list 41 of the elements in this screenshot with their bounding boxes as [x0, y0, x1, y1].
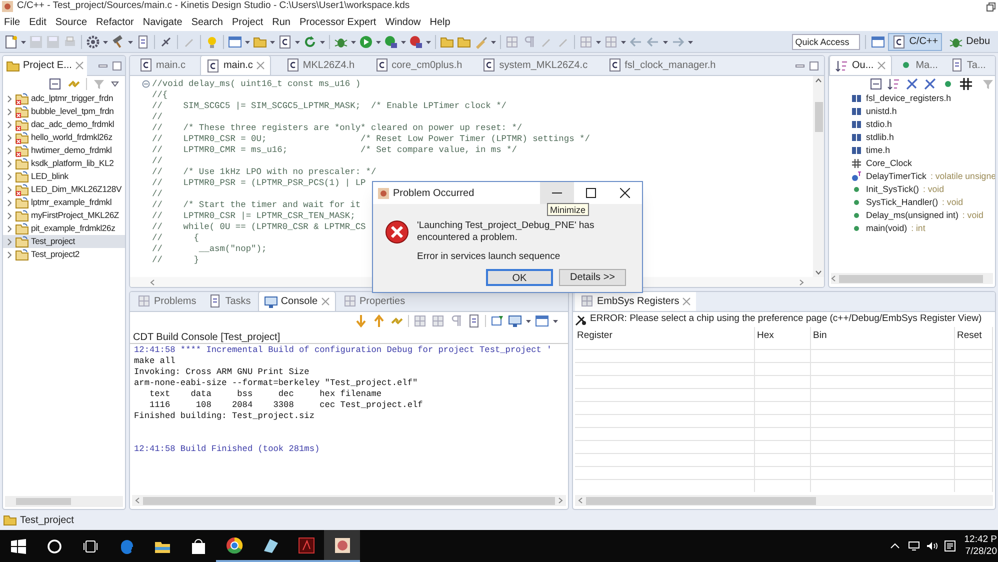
column-header: Bin: [811, 327, 955, 349]
code-line: // LPTMR0_CMR = ms_u16; /* Set compare value, in ms */: [152, 145, 517, 156]
code-line: // LPTMR0_CSR |= LPTMR_CSR_TEN_MASK;: [152, 211, 356, 222]
code-line: // {: [152, 233, 199, 244]
window-title: C/C++ - Test_project/Sources/main.c - Kinetis Design Studio - C:\Users\User1\workspace.kds: [17, 0, 410, 14]
dialog-detail: Error in services launch sequence: [417, 250, 562, 264]
column-header: Reset: [955, 327, 993, 349]
console-line: arm-none-eabi-size --format=berkeley "Test_project.elf": [134, 378, 418, 389]
code-line: //: [152, 156, 162, 167]
code-line: // /* Start the timer and wait for it: [152, 200, 361, 211]
type-label: : void: [942, 196, 964, 209]
code-line: // SIM_SCGC5 |= SIM_SCGC5_LPTMR_MASK; /* Enable LPTimer clock */: [152, 101, 507, 112]
code-line: //: [152, 112, 162, 123]
column-header: Register: [575, 327, 755, 349]
code-line: // /* These three registers are *only* cleared on power up reset: */: [152, 123, 522, 134]
console-line: 12:41:58 Build Finished (took 281ms): [134, 444, 320, 455]
code-line: //{: [152, 90, 168, 101]
status-text: Test_project: [20, 514, 74, 528]
console-line: Invoking: Cross ARM GNU Print Size: [134, 367, 310, 378]
dialog-title: Problem Occurred: [393, 186, 474, 200]
code-line: // LPTMR0_PSR = (LPTMR_PSR_PCS(1) | LP: [152, 178, 366, 189]
code-line: //void delay_ms( uint16_t const ms_u16 ): [152, 79, 361, 90]
console-title: CDT Build Console [Test_project]: [130, 330, 568, 344]
code-line: // __asm("nop");: [152, 244, 267, 255]
console-line: 12:41:58 **** Incremental Build of configuration Debug for project Test_project ': [134, 345, 552, 356]
code-line: // LPTMR0_CSR = 0U; /* Reset Low Power Timer (LPTMR) settings */: [152, 134, 590, 145]
type-label: : void: [962, 208, 984, 222]
console-line: text data bss dec hex filename: [148, 389, 382, 400]
type-label: : int: [911, 222, 926, 235]
console-line: make all: [134, 356, 176, 367]
dialog-message: 'Launching Test_project_Debug_PNE' has encountered a problem.: [417, 220, 596, 244]
code-line: // while( 0U == (LPTMR0_CSR & LPTMR_CS: [152, 222, 366, 233]
code-line: // /* Use 1kHz LPO with no prescaler: */: [152, 167, 376, 178]
type-label: : void: [922, 182, 944, 196]
console-line: 1116 108 2084 3308 cec Test_project.elf: [148, 400, 423, 411]
error-message: ERROR: Please select a chip using the preference page (c++/Debug/EmbSys Register View): [590, 312, 982, 326]
console-line: Finished building: Test_project.siz: [134, 411, 314, 422]
code-line: // }: [152, 255, 199, 266]
column-header: Hex: [755, 327, 811, 349]
tooltip: Minimize: [547, 203, 589, 216]
code-line: //: [152, 189, 162, 200]
